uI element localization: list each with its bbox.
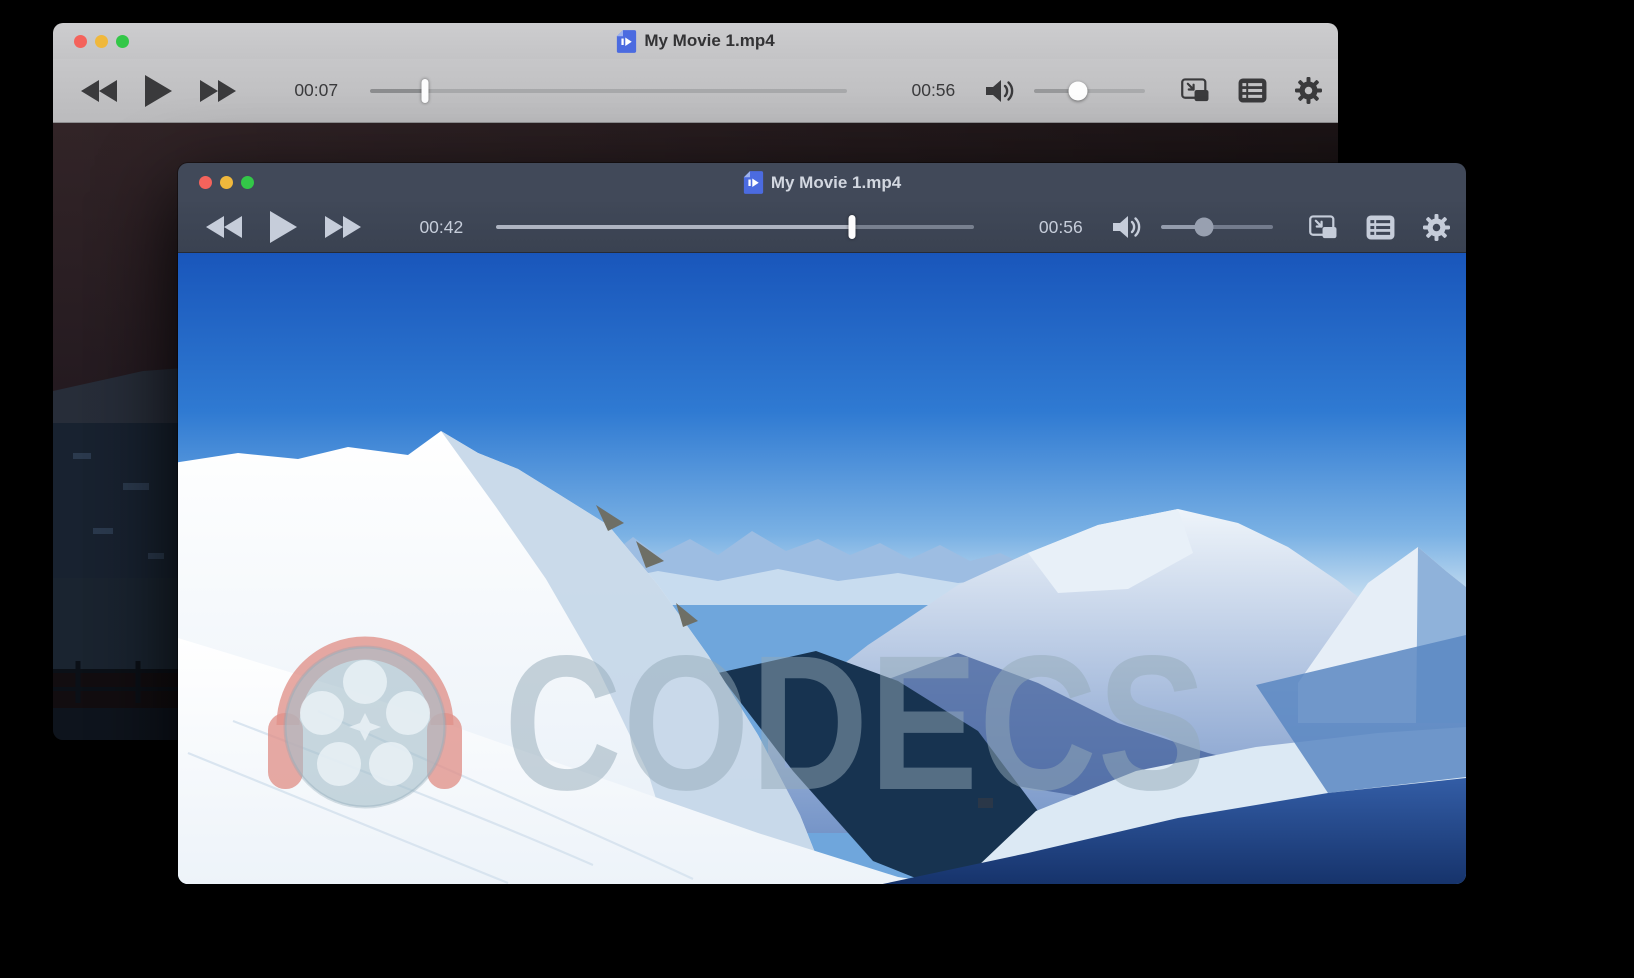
picture-in-picture-icon bbox=[1309, 215, 1338, 240]
playlist-icon bbox=[1366, 215, 1395, 240]
play-icon bbox=[145, 75, 172, 107]
fast-forward-button[interactable] bbox=[200, 80, 236, 102]
mute-button[interactable] bbox=[984, 78, 1018, 104]
play-button[interactable] bbox=[270, 211, 297, 243]
seek-fill bbox=[496, 225, 853, 229]
window-controls-back bbox=[74, 23, 129, 59]
pip-button[interactable] bbox=[1309, 215, 1338, 240]
seek-fill bbox=[370, 89, 425, 93]
minimize-icon[interactable] bbox=[220, 176, 233, 189]
settings-button[interactable] bbox=[1295, 77, 1322, 104]
seek-track[interactable] bbox=[370, 89, 847, 93]
volume-track[interactable] bbox=[1161, 225, 1273, 229]
close-icon[interactable] bbox=[74, 35, 87, 48]
playlist-button[interactable] bbox=[1238, 78, 1267, 103]
window-controls-front bbox=[199, 163, 254, 202]
picture-in-picture-icon bbox=[1181, 78, 1210, 103]
hut bbox=[978, 798, 993, 808]
rewind-icon bbox=[206, 216, 242, 238]
playlist-icon bbox=[1238, 78, 1267, 103]
controlbar-front: 00:42 00:56 bbox=[178, 202, 1466, 253]
duration-label: 00:56 bbox=[903, 80, 963, 101]
window-title-back: My Movie 1.mp4 bbox=[616, 29, 774, 54]
current-time-label: 00:07 bbox=[286, 80, 346, 101]
desktop: My Movie 1.mp4 00:07 bbox=[0, 0, 1634, 978]
front-video-scene bbox=[178, 253, 1466, 884]
zoom-icon[interactable] bbox=[116, 35, 129, 48]
volume-slider[interactable] bbox=[1034, 78, 1145, 104]
volume-slider[interactable] bbox=[1161, 214, 1273, 240]
titlebar-back[interactable]: My Movie 1.mp4 bbox=[53, 23, 1338, 59]
current-time-label: 00:42 bbox=[411, 217, 472, 238]
rewind-button[interactable] bbox=[81, 80, 117, 102]
fast-forward-icon bbox=[325, 216, 361, 238]
player-window-front[interactable]: My Movie 1.mp4 00:42 bbox=[178, 163, 1466, 884]
rewind-icon bbox=[81, 80, 117, 102]
zoom-icon[interactable] bbox=[241, 176, 254, 189]
settings-gear-icon bbox=[1423, 214, 1450, 241]
fast-forward-icon bbox=[200, 80, 236, 102]
fast-forward-button[interactable] bbox=[325, 216, 361, 238]
window-title-front: My Movie 1.mp4 bbox=[743, 170, 901, 195]
settings-button[interactable] bbox=[1423, 214, 1450, 241]
speaker-volume-icon bbox=[1111, 214, 1145, 240]
controlbar-back: 00:07 00:56 bbox=[53, 59, 1338, 123]
settings-gear-icon bbox=[1295, 77, 1322, 104]
volume-knob[interactable] bbox=[1069, 81, 1088, 100]
movie-file-icon bbox=[616, 29, 637, 54]
play-button[interactable] bbox=[145, 75, 172, 107]
movie-file-icon bbox=[743, 170, 764, 195]
seek-slider[interactable] bbox=[370, 78, 847, 104]
volume-track[interactable] bbox=[1034, 89, 1145, 93]
volume-knob[interactable] bbox=[1194, 218, 1213, 237]
titlebar-front[interactable]: My Movie 1.mp4 bbox=[178, 163, 1466, 202]
window-title-text: My Movie 1.mp4 bbox=[644, 31, 774, 51]
rewind-button[interactable] bbox=[206, 216, 242, 238]
seek-track[interactable] bbox=[496, 225, 975, 229]
mute-button[interactable] bbox=[1111, 214, 1145, 240]
minimize-icon[interactable] bbox=[95, 35, 108, 48]
seek-handle[interactable] bbox=[422, 79, 429, 103]
duration-label: 00:56 bbox=[1030, 217, 1091, 238]
pip-button[interactable] bbox=[1181, 78, 1210, 103]
video-frame-front[interactable]: CODECS bbox=[178, 253, 1466, 884]
close-icon[interactable] bbox=[199, 176, 212, 189]
seek-slider[interactable] bbox=[496, 214, 975, 240]
speaker-volume-icon bbox=[984, 78, 1018, 104]
playlist-button[interactable] bbox=[1366, 215, 1395, 240]
window-title-text: My Movie 1.mp4 bbox=[771, 173, 901, 193]
seek-handle[interactable] bbox=[849, 215, 856, 239]
play-icon bbox=[270, 211, 297, 243]
